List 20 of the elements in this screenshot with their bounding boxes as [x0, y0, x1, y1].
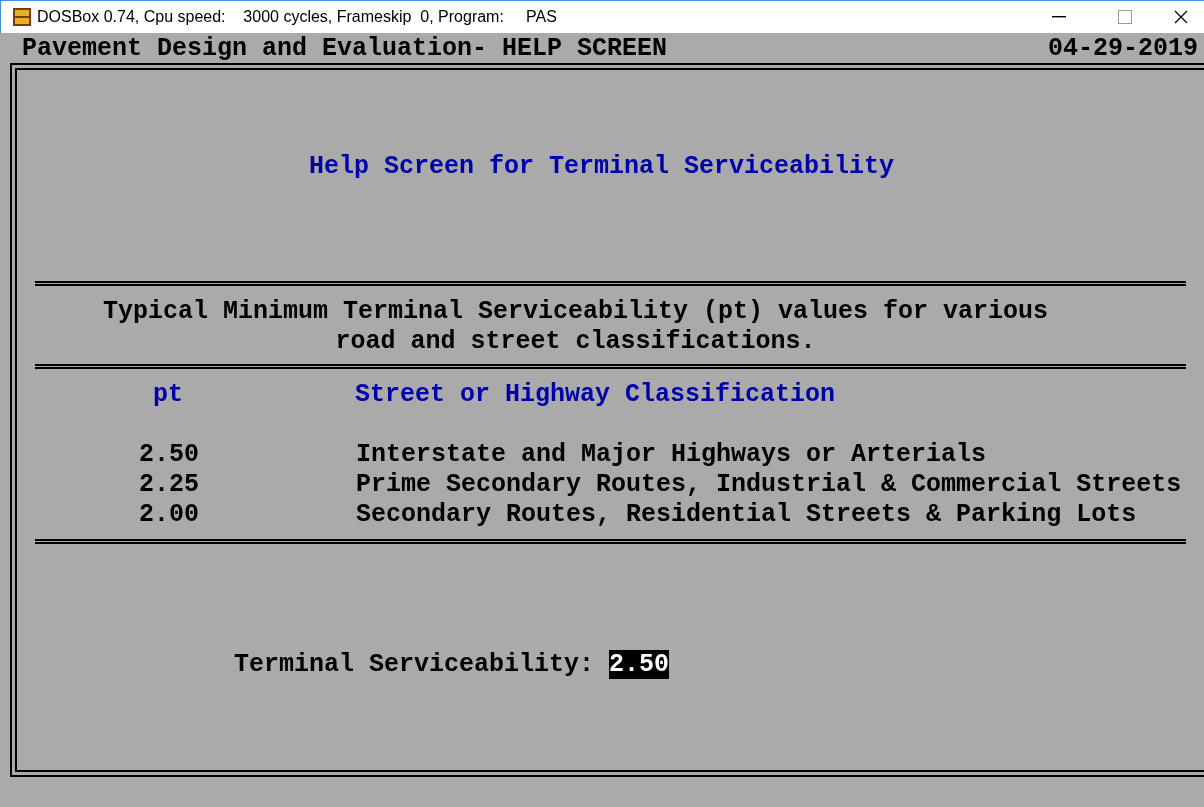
close-icon	[1174, 10, 1188, 24]
help-heading: Help Screen for Terminal Serviceability	[309, 151, 895, 181]
field-label: Terminal Serviceability:	[234, 649, 595, 679]
pt-value: 2.00	[139, 499, 199, 529]
pt-value: 2.50	[139, 439, 199, 469]
column-header: pt	[153, 379, 183, 409]
date-text: 04-29-2019	[1047, 33, 1198, 63]
input-field[interactable]: 2.50	[609, 649, 670, 679]
minimize-icon	[1052, 16, 1066, 18]
intro-text: road and street classifications.	[335, 326, 816, 356]
screen-title: Pavement Design and Evaluation- HELP SCREEN	[22, 33, 668, 63]
classification-text: Prime Secondary Routes, Industrial & Commercial Streets	[356, 469, 1182, 499]
classification-text: Secondary Routes, Residential Streets & Parking Lots	[356, 499, 1137, 529]
maximize-icon	[1118, 10, 1132, 24]
pt-value: 2.25	[139, 469, 199, 499]
app-icon	[13, 8, 31, 26]
intro-text: Typical Minimum Terminal Serviceability (pt) values for various	[102, 296, 1049, 326]
column-header: Street or Highway Classification	[355, 379, 836, 409]
window-title: DOSBox 0.74, Cpu speed: 3000 cycles, Frameskip 0, Program: PAS	[37, 8, 558, 26]
classification-text: Interstate and Major Highways or Arterials	[356, 439, 987, 469]
